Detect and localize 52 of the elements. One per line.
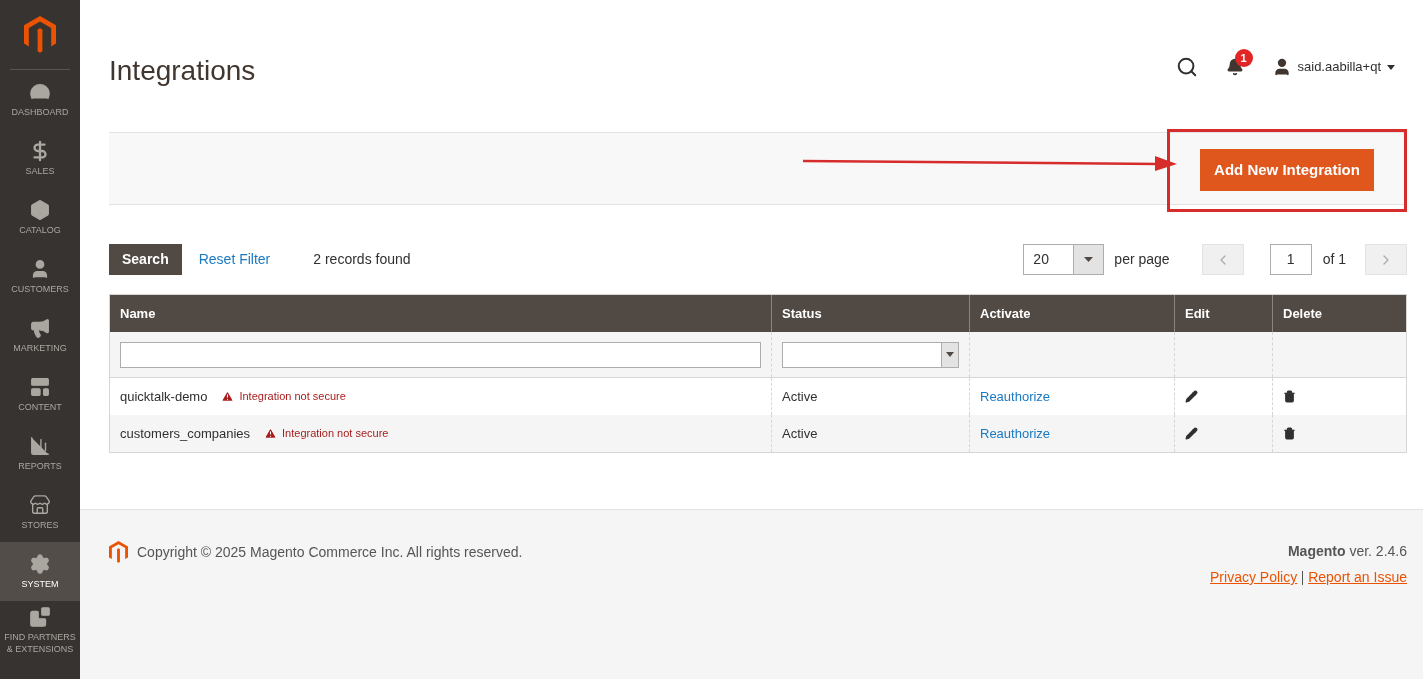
warning-icon [221,390,235,403]
footer-link[interactable]: Privacy Policy [1210,567,1298,588]
sidebar-item[interactable]: FIND PARTNERS & EXTENSIONS [0,601,80,660]
page-title: Integrations [109,54,256,88]
logo-icon [24,16,56,53]
box-icon [29,199,51,221]
table-cell-text: quicktalk-demo [120,387,208,406]
sidebar-item[interactable]: CONTENT [0,365,80,424]
records-count: 2 records found [313,250,411,269]
logo-icon [109,541,128,563]
caret-icon[interactable] [1387,64,1395,70]
table-cell-text: customers_companies [120,424,251,443]
reauthorize-link[interactable]: Reauthorize [980,423,1051,444]
sidebar-item[interactable]: CATALOG [0,188,80,247]
per-page-label: per page [1114,250,1170,269]
blocks-icon [29,606,51,628]
sidebar-item[interactable]: DASHBOARD [0,70,80,129]
edit-icon[interactable] [1185,427,1198,440]
caret-icon [1084,257,1094,262]
warning-text: Integration not secure [239,389,346,405]
store-icon [29,494,51,516]
sidebar-item[interactable]: CUSTOMERS [0,247,80,306]
add-new-integration-button[interactable]: Add New Integration [1200,149,1374,191]
name-filter-field[interactable] [120,341,761,368]
sidebar-item[interactable]: REPORTS [0,424,80,483]
page-total: of 1 [1322,250,1346,269]
search-icon[interactable] [1175,56,1198,78]
copyright-text: Copyright © 2025 Magento Commerce Inc. All rights reserved. [137,543,523,562]
column-header: Name [119,304,157,323]
footer-link[interactable]: Report an Issue [1308,567,1407,588]
page-number-field[interactable]: 1 [1269,244,1312,275]
caret-icon [946,352,954,357]
table-cell-text: Active [782,387,818,406]
layout-icon [29,376,51,398]
megaphone-icon [29,317,51,339]
table-cell-text: Active [782,424,818,443]
sidebar-item[interactable]: STORES [0,483,80,542]
warning-text: Integration not secure [282,426,389,442]
sidebar-item[interactable]: SALES [0,129,80,188]
version-text: Magento ver. 2.4.6 [1287,542,1407,561]
delete-icon[interactable] [1283,390,1296,403]
notification-badge: 1 [1234,49,1253,67]
per-page-select[interactable]: 20 [1023,244,1105,275]
edit-icon[interactable] [1185,390,1198,403]
reauthorize-link[interactable]: Reauthorize [980,386,1051,407]
search-button[interactable]: Search [109,244,182,275]
warning-icon [264,427,278,440]
user-name[interactable]: said.aabilla+qt [1297,57,1381,77]
sidebar-item[interactable]: SYSTEM [0,542,80,601]
delete-icon[interactable] [1283,427,1296,440]
reset-filter-link[interactable]: Reset Filter [198,249,271,270]
sidebar-item[interactable]: MARKETING [0,306,80,365]
